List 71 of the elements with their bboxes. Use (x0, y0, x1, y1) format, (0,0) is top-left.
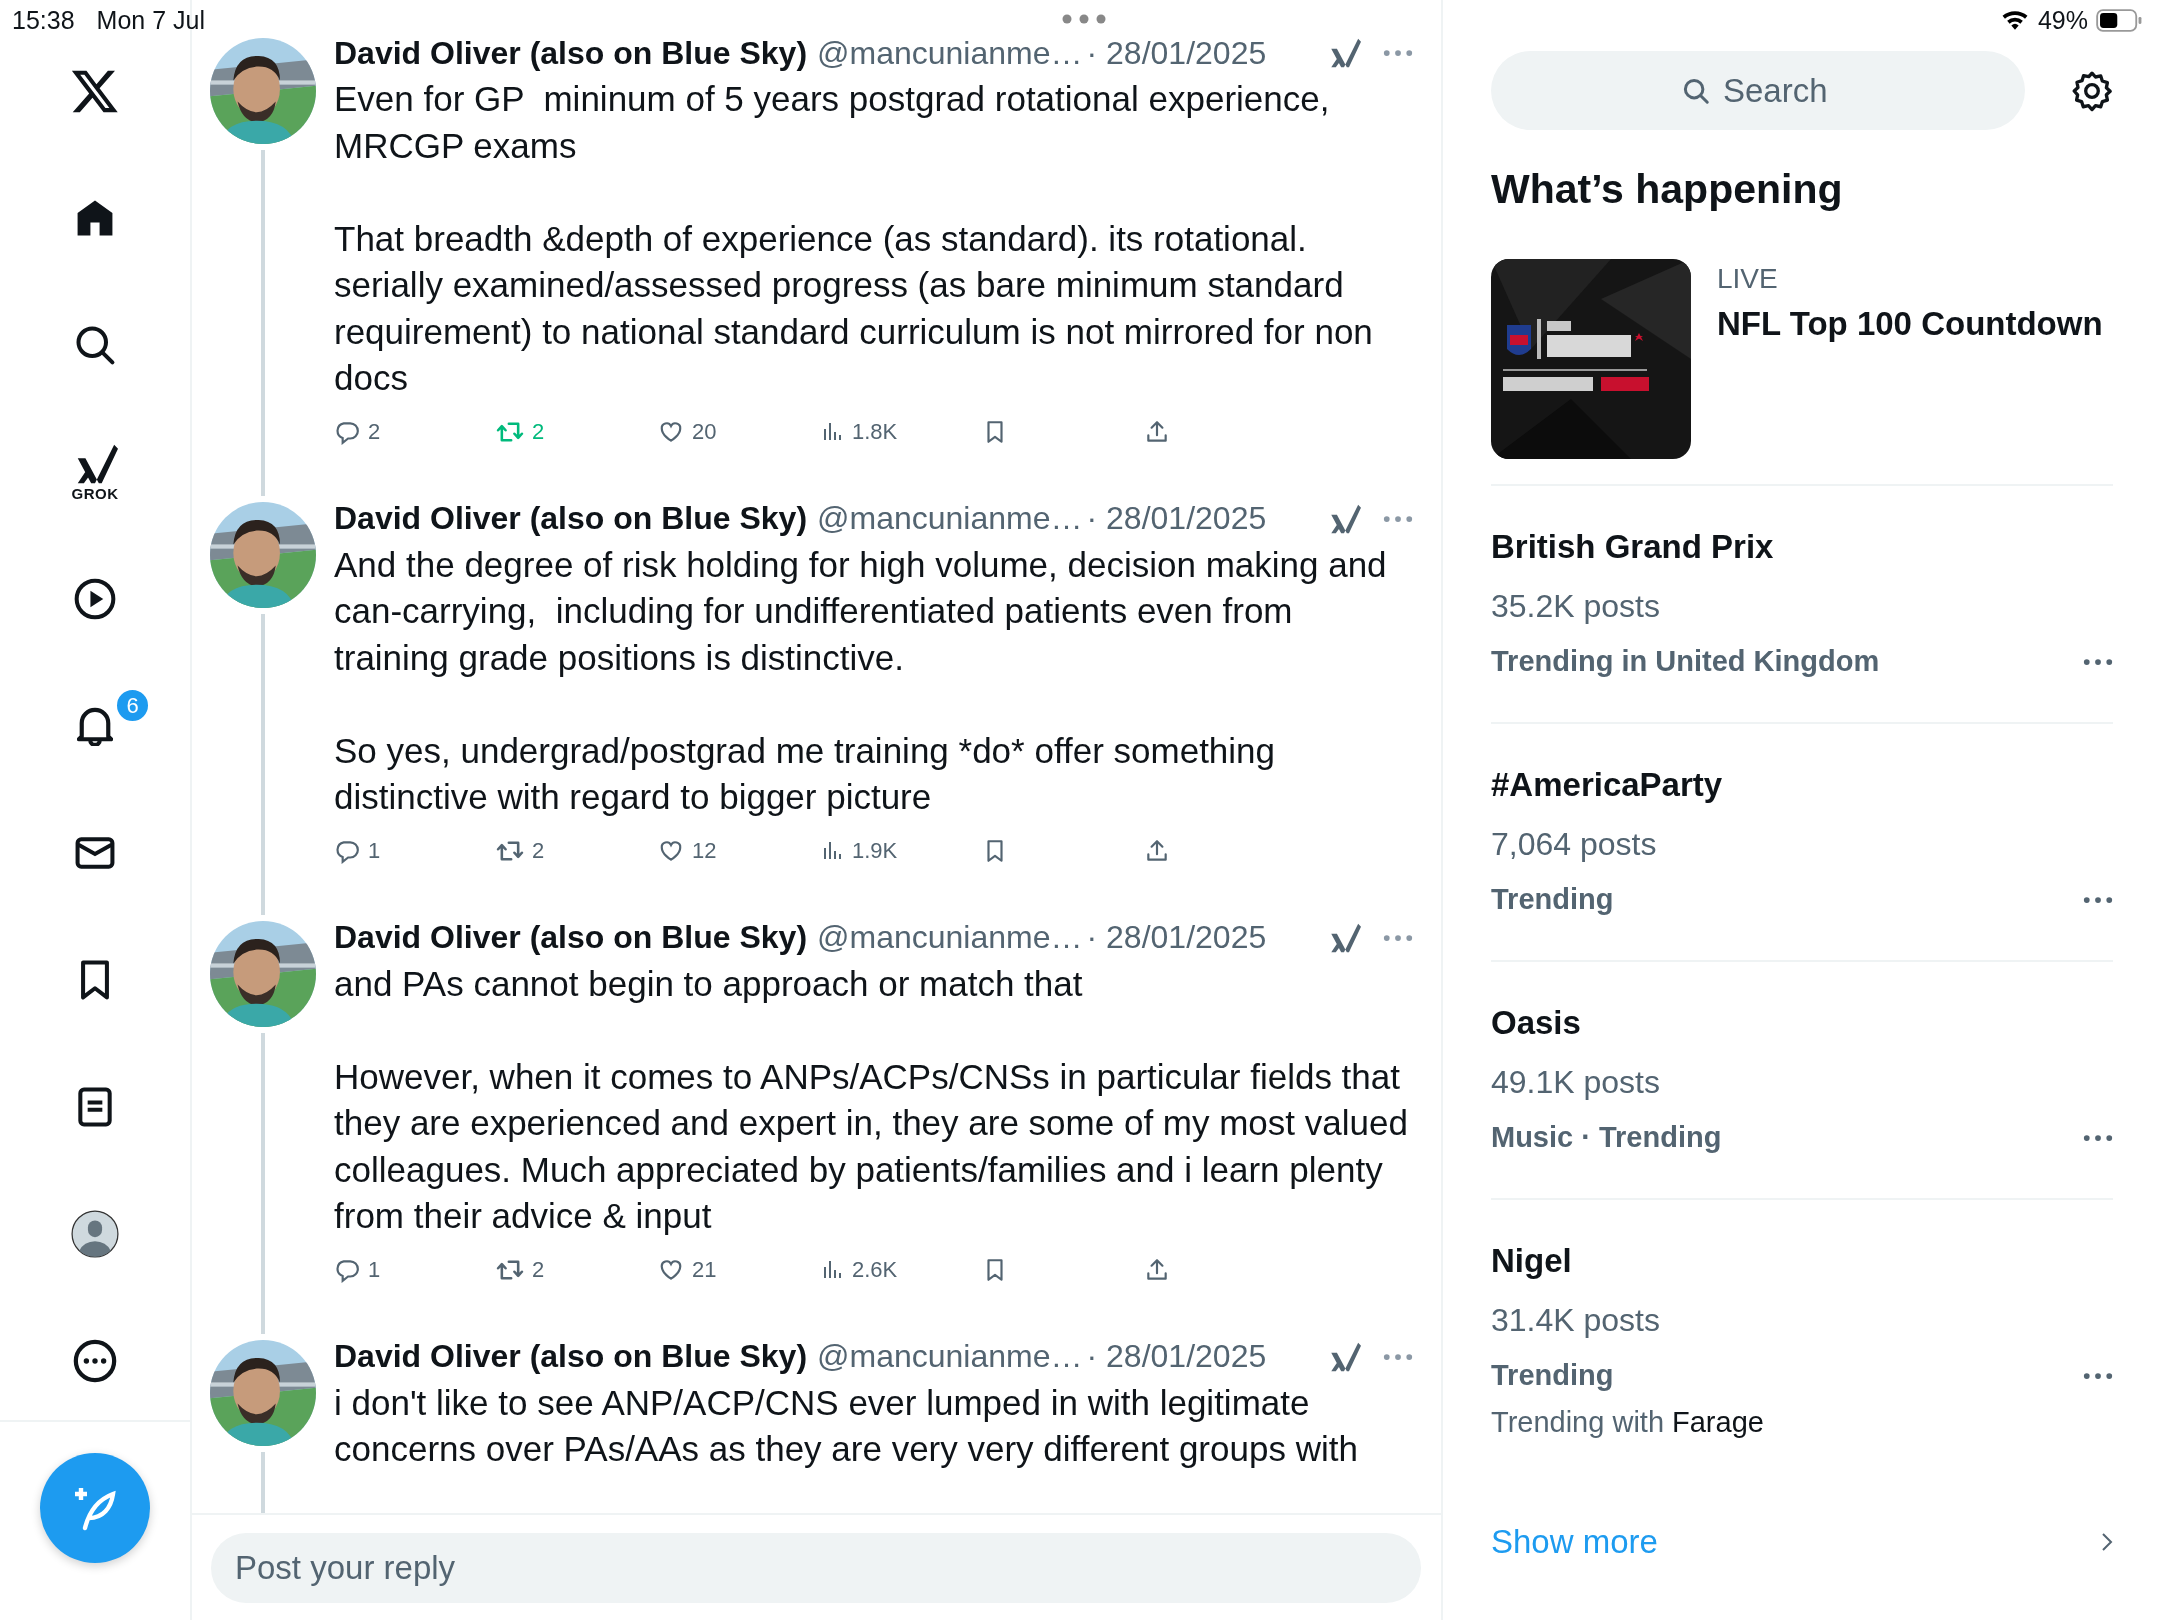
like-count: 12 (692, 837, 717, 864)
reply-field[interactable]: Post your reply (211, 1533, 1421, 1603)
post-text: However, when it comes to ANPs/ACPs/CNSs in particular fields that they are experienced and expert in, they are some of my most valued colleagues. Much appreciated by patients/families and i learn plenty from their advice & input (334, 1055, 1409, 1237)
more-icon[interactable] (72, 1337, 118, 1384)
notification-badge: 6 (115, 688, 150, 723)
settings-icon[interactable] (2071, 69, 2113, 112)
share-icon[interactable] (1144, 418, 1170, 445)
chevron-right-icon[interactable] (2101, 1532, 2113, 1552)
like-count: 20 (692, 418, 717, 445)
reply-count: 1 (368, 1256, 381, 1283)
author-name[interactable]: David Oliver (also on Blue Sky) (334, 1338, 808, 1375)
trend-title[interactable]: Oasis (1491, 1004, 2113, 1042)
compose-button[interactable] (40, 1453, 150, 1563)
post-text: So yes, undergrad/postgrad me training *do* offer something distinctive with regard to bigger picture (334, 729, 1277, 818)
post-date[interactable]: · 28/01/2025 (1086, 34, 1267, 72)
trending-with-label: Trending with (1491, 1406, 1664, 1439)
share-icon[interactable] (1144, 1256, 1170, 1283)
more-icon[interactable] (2083, 657, 2113, 666)
trend-title[interactable]: Nigel (1491, 1242, 2113, 1280)
more-icon[interactable] (2083, 895, 2113, 904)
post-date[interactable]: · 28/01/2025 (1086, 1338, 1267, 1375)
author-handle[interactable]: @mancunianme… (817, 1338, 1083, 1375)
author-handle[interactable]: @mancunianme… (817, 34, 1083, 72)
trend-context: Trending (1491, 883, 1614, 916)
author-name[interactable]: David Oliver (also on Blue Sky) (334, 919, 808, 956)
search-field[interactable]: Search (1721, 70, 1835, 111)
post-text: That breadth &depth of experience (as standard). its rotational. serially examined/assessed progress (as bare minimum standard requirement) to national standard curriculum is not mirrored for non docs (334, 217, 1374, 399)
related-name[interactable]: Farage (1672, 1406, 1764, 1439)
reply-count: 1 (368, 837, 381, 864)
like-count: 21 (692, 1256, 717, 1283)
repost-count: 2 (532, 837, 545, 864)
trend-context: Trending (1491, 1359, 1614, 1392)
more-icon[interactable] (2083, 1371, 2113, 1380)
author-name[interactable]: David Oliver (also on Blue Sky) (334, 34, 808, 72)
trend-title[interactable]: British Grand Prix (1491, 528, 2113, 566)
play-icon[interactable] (73, 576, 117, 621)
trend-context: Trending in United Kingdom (1491, 645, 1880, 678)
multitask-dots-icon[interactable] (1062, 14, 1106, 24)
view-count: 2.6K (852, 1256, 898, 1283)
trend-title[interactable]: NFL Top 100 Countdown (1717, 305, 2103, 343)
post-count: 49.1K posts (1491, 1064, 1661, 1101)
author-handle[interactable]: @mancunianme… (817, 500, 1083, 537)
post-count: 35.2K posts (1491, 588, 1661, 625)
post-text: and PAs cannot begin to approach or match that (334, 962, 1084, 1005)
post-count: 7,064 posts (1491, 826, 1658, 863)
author-name[interactable]: David Oliver (also on Blue Sky) (334, 500, 808, 537)
grok-label: GROK (71, 485, 119, 502)
battery-percent: 49% (2037, 5, 2088, 35)
view-count: 1.9K (852, 837, 898, 864)
post-count: 31.4K posts (1491, 1302, 1661, 1339)
bell-icon[interactable] (77, 705, 113, 746)
author-handle[interactable]: @mancunianme… (817, 919, 1083, 956)
battery-icon (2096, 8, 2142, 32)
post-text: And the degree of risk holding for high volume, decision making and can-carrying, including for undifferentiated patients even from training grade positions is distinctive. (334, 543, 1388, 679)
post-text: Even for GP mininum of 5 years postgrad rotational experience, MRCGP exams (334, 78, 1331, 167)
section-heading: What’s happening (1491, 166, 1844, 213)
post-date[interactable]: · 28/01/2025 (1086, 500, 1267, 537)
post-date[interactable]: · 28/01/2025 (1086, 919, 1267, 956)
share-icon[interactable] (1144, 837, 1170, 864)
live-label: LIVE (1717, 263, 1779, 295)
trend-title[interactable]: #AmericaParty (1491, 766, 2113, 804)
post-text: i don't like to see ANP/ACP/CNS ever lumped in with legitimate concerns over PAs/AAs as they are very very different groups with (334, 1381, 1359, 1470)
status-time: 15:38 (12, 5, 75, 35)
reply-count: 2 (368, 418, 381, 445)
trend-context: Music · Trending (1491, 1121, 1722, 1154)
status-date: Mon 7 Jul (96, 5, 205, 35)
more-icon[interactable] (2083, 1133, 2113, 1142)
repost-count: 2 (532, 1256, 545, 1283)
repost-count: 2 (532, 418, 545, 445)
profile-avatar-icon[interactable] (70, 1208, 120, 1259)
view-count: 1.8K (852, 418, 898, 445)
